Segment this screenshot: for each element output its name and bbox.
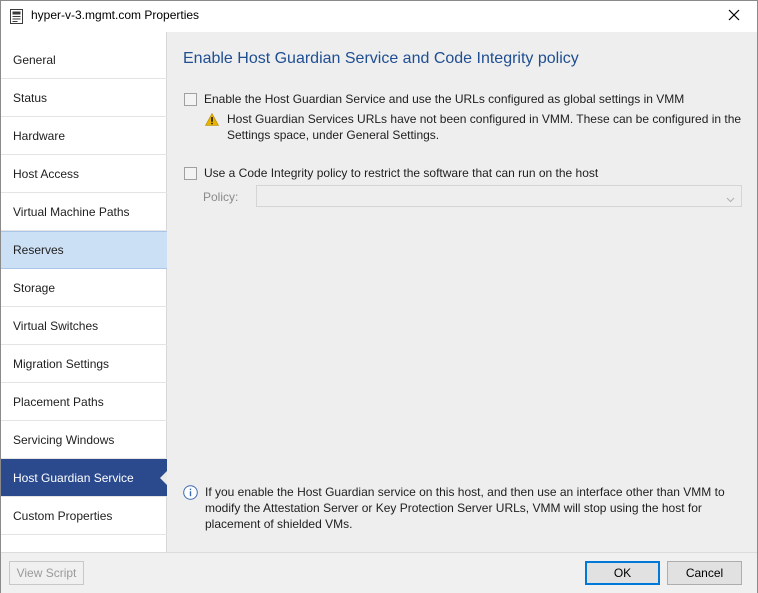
page-title: Enable Host Guardian Service and Code In… — [183, 50, 579, 67]
close-button[interactable] — [711, 1, 757, 32]
info-icon — [183, 485, 198, 500]
sidebar-item-label: Host Guardian Service — [13, 470, 134, 485]
sidebar-item-status[interactable]: Status — [1, 79, 167, 117]
sidebar-item-label: Status — [13, 90, 48, 105]
sidebar-item-label: General — [13, 52, 56, 67]
properties-window-icon — [9, 9, 24, 24]
sidebar-item-label: Storage — [13, 280, 56, 295]
hgs-checkbox-label[interactable]: Enable the Host Guardian Service and use… — [204, 92, 684, 106]
sidebar-item-label: Virtual Machine Paths — [13, 204, 130, 219]
sidebar-item-general[interactable]: General — [1, 41, 167, 79]
sidebar-item-host-guardian-service[interactable]: Host Guardian Service — [1, 459, 168, 497]
sidebar-item-placement-paths[interactable]: Placement Paths — [1, 383, 167, 421]
policy-dropdown[interactable] — [256, 185, 742, 207]
hgs-checkbox[interactable] — [184, 92, 197, 106]
sidebar-item-label: Reserves — [13, 243, 64, 257]
policy-label: Policy: — [203, 190, 239, 204]
settings-panel: Enable Host Guardian Service and Code In… — [167, 32, 757, 552]
info-text: If you enable the Host Guardian service … — [205, 485, 725, 531]
title-bar: hyper-v-3.mgmt.com Properties — [1, 1, 757, 32]
sidebar-item-reserves[interactable]: Reserves — [1, 231, 167, 269]
sidebar-item-label: Custom Properties — [13, 508, 113, 523]
sidebar-item-hardware[interactable]: Hardware — [1, 117, 167, 155]
properties-window: hyper-v-3.mgmt.com Properties General St… — [0, 0, 758, 593]
ci-checkbox-row: Use a Code Integrity policy to restrict … — [184, 166, 598, 180]
window-title: hyper-v-3.mgmt.com Properties — [31, 8, 200, 22]
sidebar-item-custom-properties[interactable]: Custom Properties — [1, 497, 167, 535]
warning-text: Host Guardian Services URLs have not bee… — [227, 112, 742, 142]
sidebar-item-label: Hardware — [13, 128, 66, 143]
sidebar-item-label: Virtual Switches — [13, 318, 99, 333]
info-message: If you enable the Host Guardian service … — [183, 484, 743, 532]
warning-icon — [204, 112, 220, 126]
sidebar-item-migration-settings[interactable]: Migration Settings — [1, 345, 167, 383]
sidebar-item-label: Migration Settings — [13, 356, 110, 371]
sidebar-item-host-access[interactable]: Host Access — [1, 155, 167, 193]
cancel-button[interactable]: Cancel — [667, 561, 742, 585]
view-script-button[interactable]: View Script — [9, 561, 84, 585]
warning-message: Host Guardian Services URLs have not bee… — [204, 111, 745, 143]
ci-checkbox-label[interactable]: Use a Code Integrity policy to restrict … — [204, 166, 598, 180]
sidebar-item-label: Host Access — [13, 166, 80, 181]
dialog-footer: View Script OK Cancel — [1, 552, 757, 593]
sidebar-item-label: Placement Paths — [13, 394, 104, 409]
hgs-checkbox-row: Enable the Host Guardian Service and use… — [184, 92, 684, 106]
sidebar-item-label: Servicing Windows — [13, 432, 115, 447]
ok-button[interactable]: OK — [585, 561, 660, 585]
sidebar-item-storage[interactable]: Storage — [1, 269, 167, 307]
ci-checkbox[interactable] — [184, 166, 197, 180]
sidebar-item-servicing-windows[interactable]: Servicing Windows — [1, 421, 167, 459]
close-icon — [728, 9, 740, 24]
sidebar-item-virtual-switches[interactable]: Virtual Switches — [1, 307, 167, 345]
sidebar-item-virtual-machine-paths[interactable]: Virtual Machine Paths — [1, 193, 167, 231]
navigation-sidebar: General Status Hardware Host Access Virt… — [1, 32, 168, 552]
chevron-down-icon — [726, 192, 735, 206]
